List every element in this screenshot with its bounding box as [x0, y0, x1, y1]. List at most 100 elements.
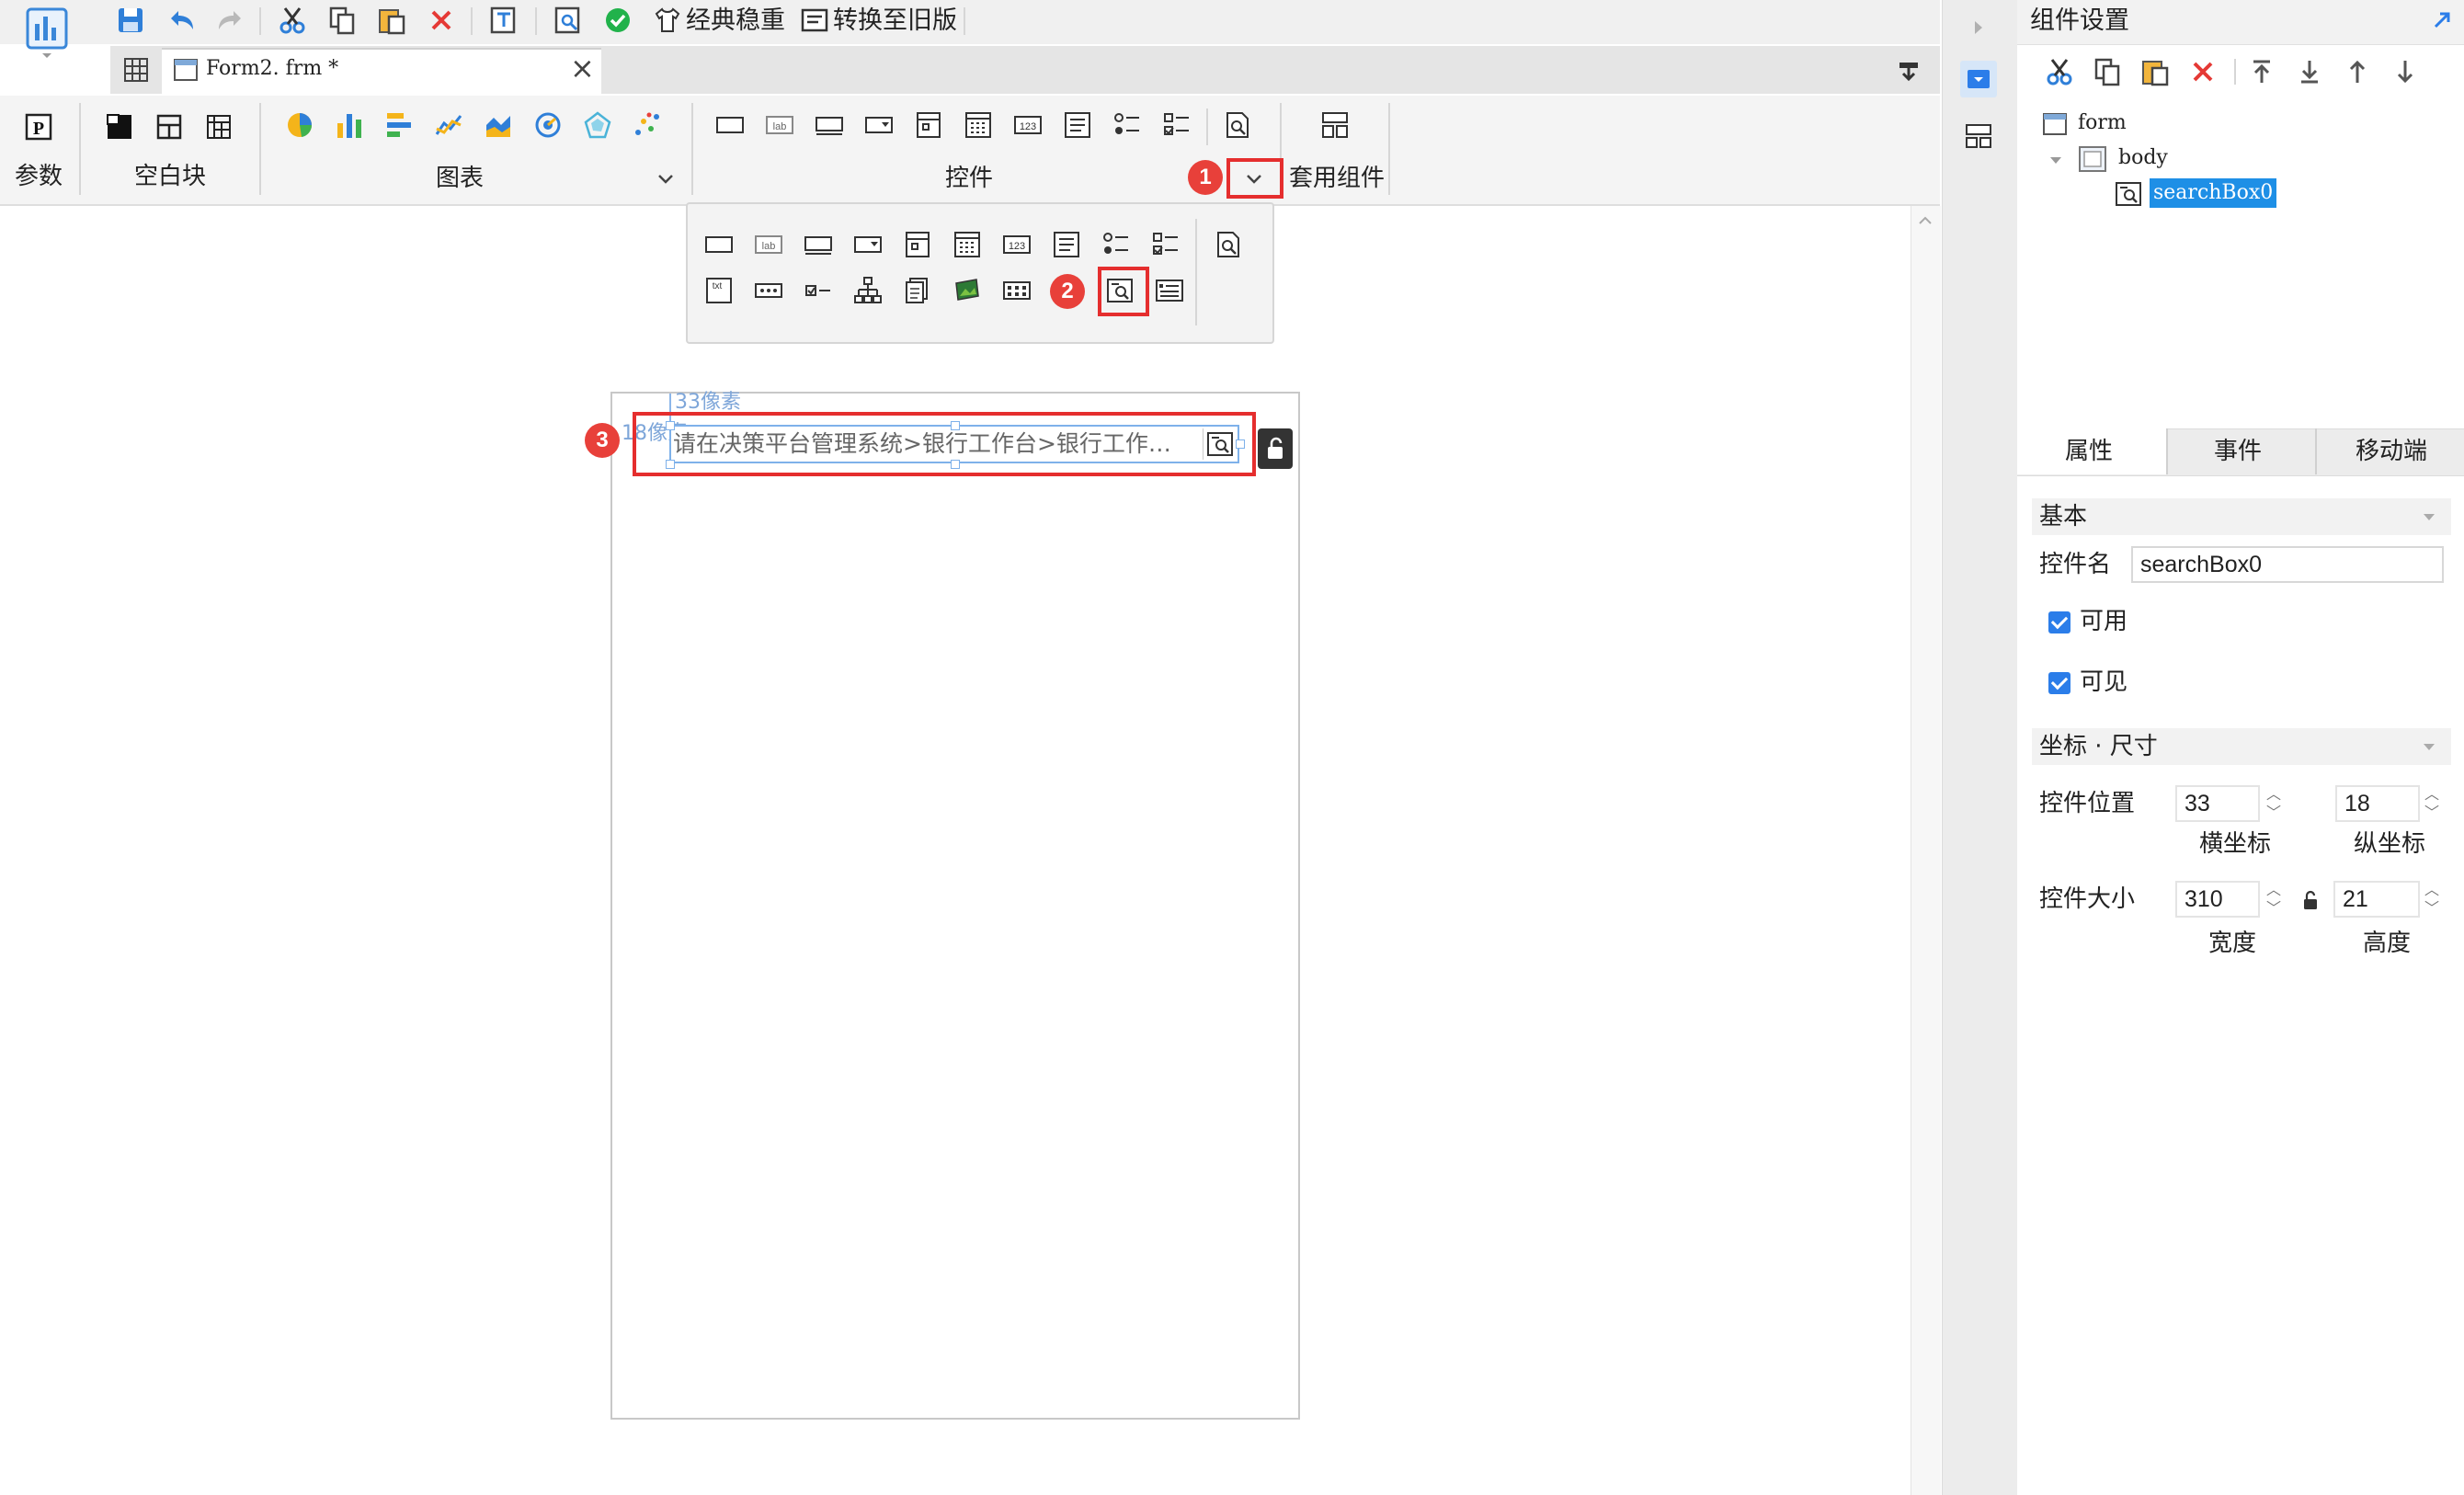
palette-radio-group-icon[interactable] — [1098, 226, 1135, 263]
position-y-spinner[interactable]: ︿ ﹀ — [2420, 785, 2444, 822]
tree-node-body[interactable]: body — [2118, 143, 2168, 173]
pie-chart-icon[interactable] — [281, 107, 318, 143]
pin-icon[interactable] — [1890, 51, 1927, 88]
palette-list-icon[interactable] — [1151, 272, 1188, 309]
palette-calendar-icon[interactable] — [949, 226, 986, 263]
section-basic-header[interactable] — [2032, 498, 2451, 535]
button-widget-icon[interactable] — [712, 107, 748, 143]
redo-icon[interactable] — [211, 2, 248, 39]
collapse-arrow-icon[interactable] — [1962, 13, 1995, 42]
control-expand-chevron-icon[interactable] — [1238, 162, 1271, 195]
palette-date-icon[interactable] — [899, 226, 936, 263]
gauge-chart-icon[interactable] — [530, 107, 566, 143]
palette-password-icon[interactable] — [750, 272, 787, 309]
parameter-icon[interactable]: P — [20, 108, 57, 145]
date-widget-icon[interactable] — [910, 107, 947, 143]
dropdown-widget-icon[interactable] — [861, 107, 897, 143]
absolute-block-icon[interactable] — [101, 108, 138, 145]
palette-textbox-icon[interactable] — [800, 226, 837, 263]
unlock-icon[interactable] — [1258, 428, 1293, 469]
line-chart-icon[interactable] — [430, 107, 467, 143]
copy-icon[interactable] — [324, 2, 360, 39]
move-down-icon[interactable] — [2387, 53, 2424, 90]
palette-dropdown-icon[interactable] — [850, 226, 886, 263]
tab-block-icon[interactable] — [151, 108, 188, 145]
position-x-spinner[interactable]: ︿ ﹀ — [2262, 785, 2286, 822]
section-basic-collapse-icon[interactable] — [2416, 504, 2442, 530]
label-widget-icon[interactable]: lab — [761, 107, 798, 143]
bar-chart-icon[interactable] — [331, 107, 368, 143]
visible-checkbox[interactable] — [2048, 672, 2070, 694]
enabled-checkbox[interactable] — [2048, 611, 2070, 633]
undo-icon[interactable] — [164, 2, 200, 39]
palette-checkbox-icon[interactable] — [800, 272, 837, 309]
radar-chart-icon[interactable] — [579, 107, 616, 143]
palette-textarea-icon[interactable] — [1048, 226, 1085, 263]
query-widget-icon[interactable] — [1219, 107, 1256, 143]
paste-icon[interactable] — [373, 2, 410, 39]
number-widget-icon[interactable]: 123 — [1010, 107, 1046, 143]
calendar-widget-icon[interactable] — [960, 107, 997, 143]
move-top-icon[interactable] — [2243, 53, 2280, 90]
palette-label-icon[interactable]: lab — [750, 226, 787, 263]
move-bottom-icon[interactable] — [2291, 53, 2328, 90]
palette-grid-icon[interactable] — [998, 272, 1035, 309]
palette-button-icon[interactable] — [701, 226, 737, 263]
palette-file-icon[interactable] — [899, 272, 936, 309]
layout-tab-icon[interactable] — [1960, 118, 1997, 154]
template-component-icon[interactable] — [1317, 107, 1353, 143]
textbox-widget-icon[interactable] — [811, 107, 848, 143]
component-settings-tab-icon[interactable] — [1960, 61, 1997, 97]
palette-number-icon[interactable]: 123 — [998, 226, 1035, 263]
save-icon[interactable] — [112, 2, 149, 39]
palette-query-icon[interactable] — [1210, 226, 1247, 263]
height-input[interactable]: 21 — [2333, 881, 2420, 918]
tree-node-searchbox-selected[interactable]: searchBox0 — [2150, 178, 2277, 208]
app-logo-icon[interactable] — [26, 7, 68, 59]
aspect-lock-icon[interactable] — [2297, 884, 2324, 916]
palette-text-icon[interactable]: txt — [701, 272, 737, 309]
scroll-up-arrow-icon[interactable] — [1912, 208, 1938, 234]
body-node-icon — [2076, 143, 2109, 175]
tree-expand-arrow-icon[interactable] — [2043, 147, 2069, 173]
form-body-frame[interactable] — [610, 392, 1300, 1420]
panel-paste-icon[interactable] — [2137, 53, 2173, 90]
preview-icon[interactable] — [550, 2, 587, 39]
position-x-input[interactable]: 33 — [2175, 785, 2260, 822]
cut-icon[interactable] — [274, 2, 311, 39]
control-name-input[interactable]: searchBox0 — [2131, 546, 2444, 583]
panel-copy-icon[interactable] — [2089, 53, 2126, 90]
palette-tree-icon[interactable] — [850, 272, 886, 309]
svg-text:123: 123 — [1020, 121, 1036, 132]
position-y-input[interactable]: 18 — [2335, 785, 2420, 822]
horizontal-bar-icon[interactable] — [381, 107, 417, 143]
chart-expand-chevron-icon[interactable] — [649, 162, 682, 195]
move-up-icon[interactable] — [2339, 53, 2376, 90]
height-spinner[interactable]: ︿ ﹀ — [2420, 881, 2444, 918]
delete-icon[interactable] — [423, 2, 460, 39]
panel-cut-icon[interactable] — [2041, 53, 2078, 90]
palette-checkbox-group-icon[interactable] — [1147, 226, 1184, 263]
section-geometry-collapse-icon[interactable] — [2416, 734, 2442, 759]
scatter-chart-icon[interactable] — [629, 107, 666, 143]
tab-events[interactable]: 事件 — [2214, 434, 2262, 469]
tab-close-icon[interactable]: × — [570, 51, 595, 85]
frozen-block-icon[interactable] — [200, 108, 237, 145]
textarea-widget-icon[interactable] — [1059, 107, 1096, 143]
canvas-vertical-scrollbar[interactable] — [1911, 206, 1941, 1495]
grid-add-icon[interactable] — [118, 51, 154, 88]
width-input[interactable]: 310 — [2175, 881, 2260, 918]
checkbox-group-widget-icon[interactable] — [1158, 107, 1195, 143]
tree-node-form[interactable]: form — [2078, 108, 2127, 138]
check-ok-icon[interactable] — [599, 2, 636, 39]
width-spinner[interactable]: ︿ ﹀ — [2262, 881, 2286, 918]
panel-pin-icon[interactable] — [2425, 4, 2458, 37]
palette-image-icon[interactable] — [949, 272, 986, 309]
area-chart-icon[interactable] — [480, 107, 517, 143]
panel-delete-icon[interactable] — [2185, 53, 2221, 90]
classic-style-button[interactable]: 经典稳重 — [686, 5, 785, 38]
template-preview-icon[interactable] — [485, 2, 522, 39]
convert-old-version-button[interactable]: 转换至旧版 — [833, 5, 957, 38]
radio-group-widget-icon[interactable] — [1109, 107, 1146, 143]
tab-mobile[interactable]: 移动端 — [2356, 434, 2427, 469]
